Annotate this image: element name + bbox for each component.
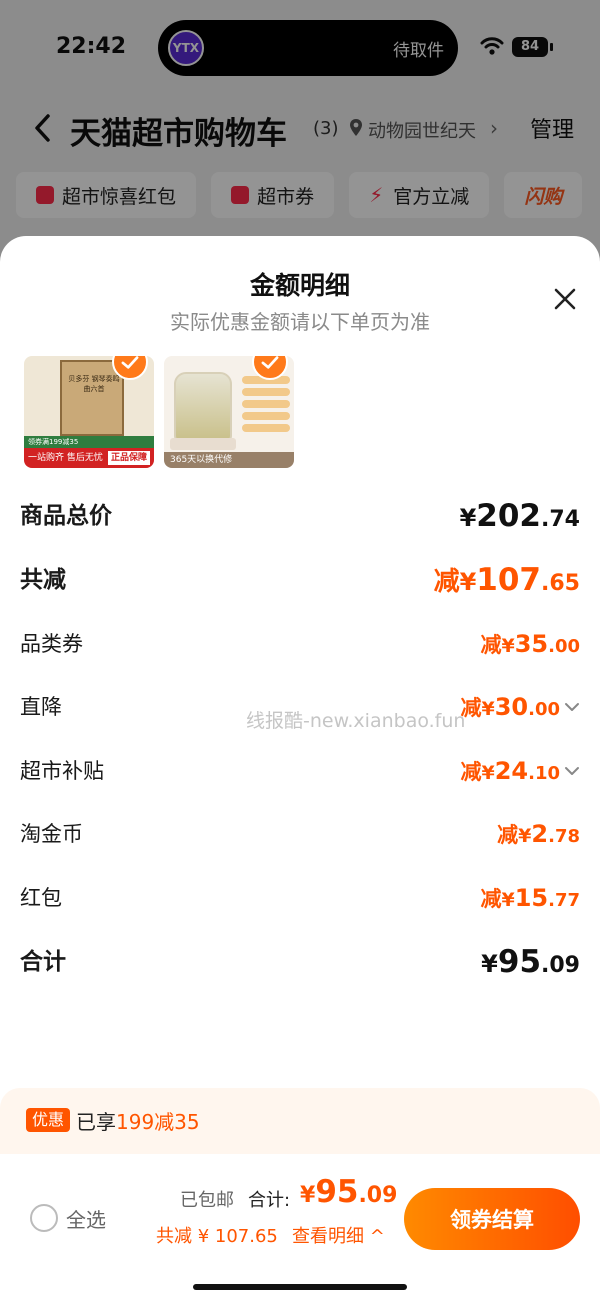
amount-detail-sheet: 金额明细 实际优惠金额请以下单页为准 贝多芬 钢琴奏鸣曲六首 领券满199减35… [0,236,600,1304]
row-category-coupon: 品类券 减¥35.00 [20,624,580,664]
checkout-button[interactable]: 领券结算 [404,1188,580,1250]
chevron-down-icon[interactable] [564,699,580,715]
row-supermarket-subsidy[interactable]: 超市补贴 减¥24.10 [20,751,580,791]
goods-total-value: ¥202.74 [459,498,580,534]
total-discount-value: 减¥107.65 [433,562,580,598]
red-packet-value: 减¥15.77 [480,884,580,912]
book-promo-band: 领券满199减35 [24,436,154,448]
promo-tag: 优惠 [26,1108,71,1132]
total-label: 合计: [248,1190,291,1211]
supermarket-subsidy-value: 减¥24.10 [460,757,560,785]
watermark-text: 线报酷-new.xianbao.fun [246,710,466,732]
select-all-radio[interactable] [30,1204,58,1232]
chevron-down-icon[interactable] [564,763,580,779]
category-coupon-value: 减¥35.00 [480,630,580,658]
grand-total-value: ¥95.09 [481,944,580,980]
close-icon[interactable] [552,286,578,312]
sheet-title: 金额明细 [249,271,350,300]
saved-amount: 共减 ¥ 107.65 [156,1226,278,1247]
free-shipping-label: 已包邮 [180,1190,234,1211]
direct-reduction-value: 减¥30.00 [460,693,560,721]
row-goods-total: 商品总价 ¥202.74 [20,496,580,536]
genuine-badge: 正品保障 [107,451,150,465]
promo-text: 已享199减35 [76,1110,200,1134]
kettle-image [174,372,232,442]
taojinbi-value: 减¥2.78 [497,820,580,848]
sheet-subtitle: 实际优惠金额请以下单页为准 [170,310,430,334]
product-thumb-book[interactable]: 贝多芬 钢琴奏鸣曲六首 领券满199减35 一站购齐 售后无忧 正品保障 [24,356,154,468]
kettle-promo-band: 365天以换代修 [164,452,294,468]
row-total-discount: 共减 减¥107.65 [20,560,580,600]
select-all-label[interactable]: 全选 [66,1204,106,1233]
checkout-bar: 全选 已包邮 合计: ¥95.09 共减 ¥ 107.65 查看明细 ^ 领券结… [0,1154,600,1304]
promo-strip: 优惠 已享199减35 [0,1088,600,1154]
row-taojinbi: 淘金币 减¥2.78 [20,814,580,854]
product-thumb-kettle[interactable]: 365天以换代修 [164,356,294,468]
row-red-packet: 红包 减¥15.77 [20,878,580,918]
kettle-feature-list [242,376,290,446]
home-indicator[interactable] [193,1284,407,1290]
kettle-base [170,438,236,450]
row-grand-total: 合计 ¥95.09 [20,942,580,982]
view-details-link[interactable]: 查看明细 ^ [292,1222,385,1248]
total-amount: ¥95.09 [300,1174,398,1210]
